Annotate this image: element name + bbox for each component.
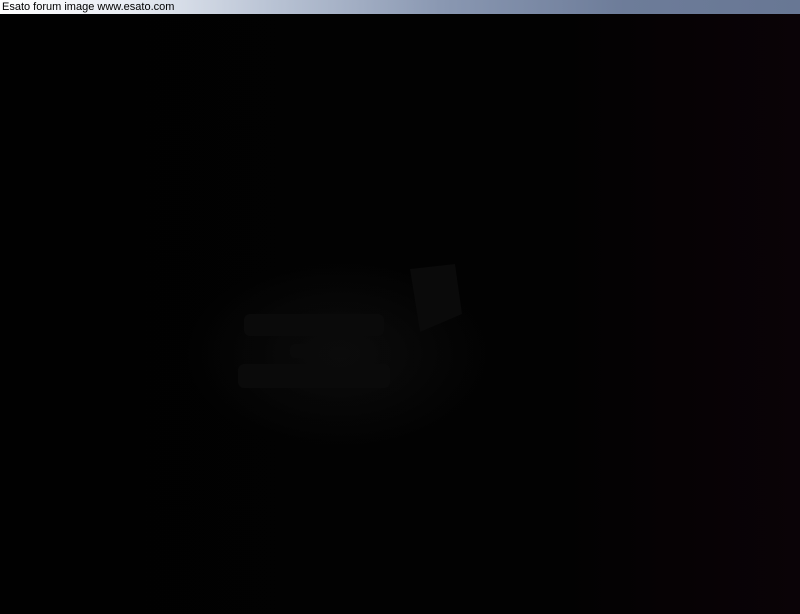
faint-logo-shapes [238,264,462,388]
faint-shape [238,364,390,388]
image-frame: Esato forum image www.esato.com [0,0,800,614]
dark-photo [0,14,800,614]
faint-shape [290,344,370,358]
faint-shape [410,264,462,332]
faint-shape [244,314,384,336]
caption-bar: Esato forum image www.esato.com [0,0,800,14]
caption-text: Esato forum image www.esato.com [2,1,175,13]
